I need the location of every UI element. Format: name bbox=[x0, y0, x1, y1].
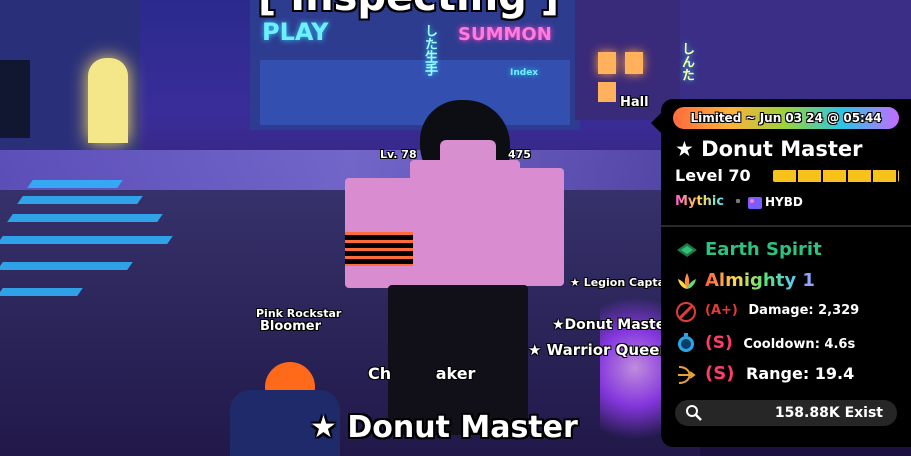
earth-leaf-icon bbox=[675, 240, 699, 260]
jp-sign-right: しんた bbox=[679, 42, 694, 81]
divider bbox=[661, 225, 911, 227]
floor-arrow bbox=[0, 288, 83, 296]
far-right-building bbox=[680, 0, 911, 110]
bottom-unit-title: ★ Donut Master bbox=[310, 410, 578, 445]
magnifier-icon bbox=[685, 404, 703, 422]
character-arm-stripes bbox=[345, 232, 413, 266]
damage-value: Damage: 2,329 bbox=[748, 303, 860, 318]
origin-label: HYBD bbox=[765, 195, 803, 209]
unit-name: ★ Donut Master bbox=[675, 137, 863, 161]
play-sign: PLAY bbox=[262, 18, 329, 46]
damage-stat: (A+) Damage: 2,329 bbox=[705, 303, 859, 318]
passive-rank: 1 bbox=[802, 270, 815, 291]
dot-separator bbox=[736, 199, 740, 203]
panel-pointer bbox=[651, 113, 661, 133]
floor-arrow bbox=[27, 180, 123, 188]
right-window-2 bbox=[625, 52, 643, 74]
chakaker-nameplate: Ch aker bbox=[368, 364, 476, 383]
floor-arrow bbox=[17, 196, 143, 204]
damage-grade: (A+) bbox=[705, 303, 738, 318]
level-label: Level 70 bbox=[675, 166, 751, 185]
exist-count-bar: 158.88K Exist bbox=[675, 400, 897, 426]
level-progress-bar bbox=[773, 170, 899, 182]
donut-master-nameplate: ★Donut Maste bbox=[552, 317, 666, 333]
bow-icon bbox=[675, 364, 697, 386]
level-progress-fill bbox=[773, 170, 899, 182]
unit-info-panel: Limited ~ Jun 03 24 @ 05:44 ★ Donut Mast… bbox=[651, 99, 911, 447]
lotus-icon bbox=[675, 271, 699, 291]
stopwatch-icon bbox=[675, 332, 697, 354]
legion-captain-nameplate: ★ Legion Capta bbox=[570, 276, 666, 289]
index-sign: Index bbox=[510, 68, 539, 78]
passive-label: Almighty 1 bbox=[705, 270, 815, 291]
right-window-1 bbox=[598, 52, 616, 74]
range-value: Range: 19.4 bbox=[746, 364, 855, 383]
cooldown-grade: (S) bbox=[705, 333, 733, 353]
warrior-queen-nameplate: ★ Warrior Queen bbox=[528, 341, 671, 359]
sword-icon bbox=[675, 301, 697, 323]
range-stat: (S) Range: 19.4 bbox=[705, 363, 854, 384]
summon-sign: SUMMON bbox=[458, 24, 552, 45]
trait-label: Earth Spirit bbox=[705, 239, 822, 260]
right-window-3 bbox=[598, 82, 616, 102]
floor-arrow bbox=[7, 214, 163, 222]
floor-arrow bbox=[0, 262, 133, 270]
bloomer-nameplate: Bloomer bbox=[260, 319, 322, 334]
jp-sign-left: した生手 bbox=[422, 24, 437, 76]
origin-badge-icon bbox=[747, 194, 763, 210]
inspecting-banner: [ Inspecting ] bbox=[258, 0, 559, 20]
limited-banner: Limited ~ Jun 03 24 @ 05:44 bbox=[673, 107, 899, 129]
rarity-label: Mythic bbox=[675, 194, 725, 209]
range-grade: (S) bbox=[705, 363, 735, 384]
left-window-glow bbox=[88, 58, 128, 143]
purple-aura bbox=[600, 280, 670, 456]
level-nameplate-prefix: Lv. 78 bbox=[380, 148, 417, 161]
exist-count: 158.88K Exist bbox=[774, 405, 883, 421]
limited-label: Limited ~ Jun 03 24 @ 05:44 bbox=[690, 111, 882, 125]
floor-arrow bbox=[0, 236, 173, 244]
character-torso bbox=[410, 160, 520, 290]
level-nameplate-suffix: 475 bbox=[508, 148, 531, 161]
left-door bbox=[0, 60, 30, 138]
cooldown-stat: (S) Cooldown: 4.6s bbox=[705, 333, 855, 353]
passive-name: Almighty bbox=[705, 270, 797, 291]
cooldown-value: Cooldown: 4.6s bbox=[743, 337, 856, 352]
hall-sign: Hall bbox=[620, 95, 649, 110]
character-right-arm bbox=[512, 168, 564, 286]
